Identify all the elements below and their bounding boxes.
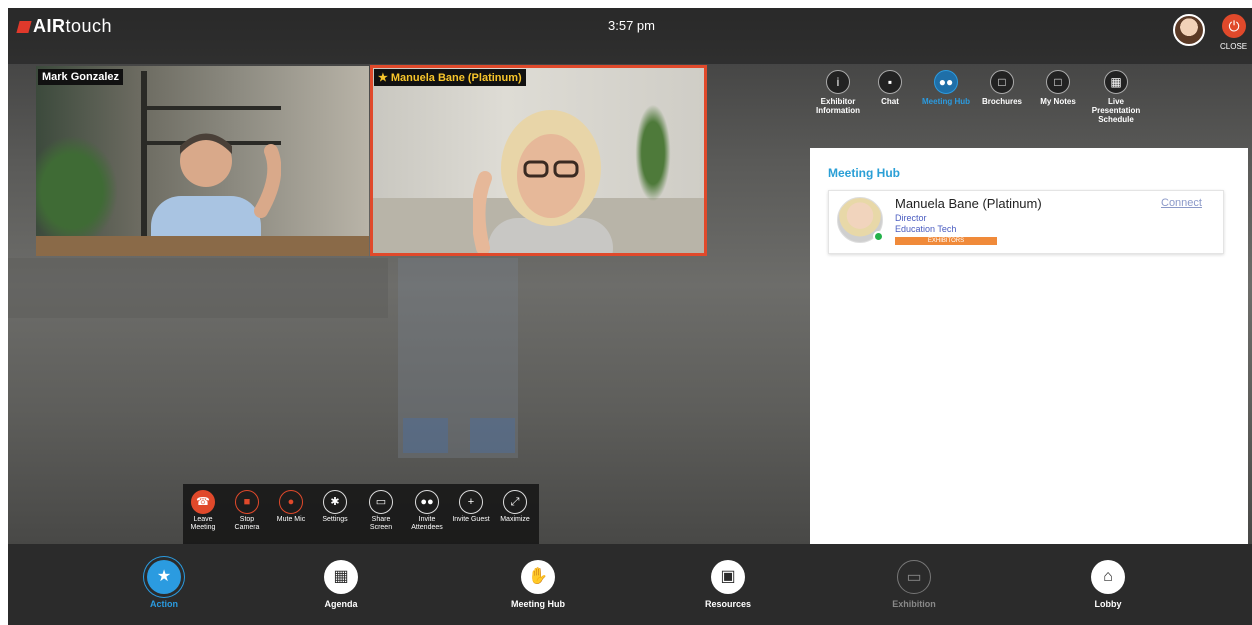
tab-label: Live Presentation Schedule <box>1091 97 1141 124</box>
people-icon: ●● <box>934 70 958 94</box>
close-button[interactable]: ⏻ <box>1222 14 1246 38</box>
schedule-icon: ▦ <box>1104 70 1128 94</box>
tab-live-presentation-schedule[interactable]: ▦ Live Presentation Schedule <box>1086 70 1146 124</box>
laptop-icon: ▭ <box>897 560 931 594</box>
background-window <box>403 418 448 453</box>
nav-agenda[interactable]: ▦ Agenda <box>291 560 391 609</box>
power-icon: ⏻ <box>1228 18 1240 34</box>
monitor-icon: ▭ <box>369 490 393 514</box>
nav-label: Action <box>150 599 178 609</box>
expand-icon: ⤢ <box>503 490 527 514</box>
contact-card: Manuela Bane (Platinum) Director Educati… <box>828 190 1224 254</box>
online-status-indicator <box>873 231 884 242</box>
note-icon: □ <box>1046 70 1070 94</box>
tab-meeting-hub[interactable]: ●● Meeting Hub <box>916 70 976 106</box>
note-icon: □ <box>990 70 1014 94</box>
participant-name-text: Manuela Bane (Platinum) <box>390 72 522 84</box>
exhibitor-badge: EXHIBITORS <box>895 237 997 245</box>
tab-label: Brochures <box>981 97 1022 106</box>
tab-label: Exhibitor Information <box>816 97 860 115</box>
nav-label: Agenda <box>324 599 358 609</box>
side-tabs: i Exhibitor Information ▪ Chat ●● Meetin… <box>810 70 1150 148</box>
meeting-hub-panel: Meeting Hub Manuela Bane (Platinum) Dire… <box>810 148 1248 545</box>
bottom-nav: ★ Action ▦ Agenda ✋ Meeting Hub ▣ Resour… <box>8 544 1252 625</box>
background-window <box>470 418 515 453</box>
add-user-icon: + <box>459 490 483 514</box>
connect-link[interactable]: Connect <box>1161 197 1202 209</box>
phone-icon: ☎ <box>191 490 215 514</box>
clock: 3:57 pm <box>608 18 655 33</box>
nav-action[interactable]: ★ Action <box>114 560 214 609</box>
control-label: Invite Attendees <box>411 516 443 531</box>
control-label: Maximize <box>500 516 530 523</box>
user-avatar[interactable] <box>1173 14 1205 46</box>
settings-button[interactable]: ✱ Settings <box>315 490 355 524</box>
app-logo: AIRtouch <box>16 16 113 37</box>
contact-company: Education Tech <box>895 224 957 234</box>
call-controls: ☎ Leave Meeting ■ Stop Camera ● Mute Mic… <box>183 484 539 546</box>
close-label: CLOSE <box>1220 42 1248 51</box>
control-label: Invite Guest <box>452 516 490 523</box>
stop-camera-button[interactable]: ■ Stop Camera <box>227 490 267 532</box>
control-label: Mute Mic <box>276 516 306 523</box>
nav-label: Meeting Hub <box>511 599 565 609</box>
person-manuela <box>473 110 613 253</box>
tab-label: Meeting Hub <box>922 97 970 106</box>
camera-icon: ■ <box>235 490 259 514</box>
images-icon: ▣ <box>711 560 745 594</box>
tab-chat[interactable]: ▪ Chat <box>860 70 920 106</box>
invite-attendees-button[interactable]: ●● Invite Attendees <box>407 490 447 532</box>
tab-brochures[interactable]: □ Brochures <box>972 70 1032 106</box>
info-icon: i <box>826 70 850 94</box>
nav-label: Exhibition <box>892 599 936 609</box>
plant <box>633 98 673 208</box>
participant-name: Mark Gonzalez <box>38 69 124 85</box>
handshake-icon: ✋ <box>521 560 555 594</box>
invite-guest-button[interactable]: + Invite Guest <box>451 490 491 524</box>
nav-exhibition: ▭ Exhibition <box>864 560 964 609</box>
control-label: Settings <box>322 516 348 523</box>
star-icon: ★ <box>378 72 388 84</box>
participant-name: ★ Manuela Bane (Platinum) <box>374 69 526 86</box>
top-bar: AIRtouch 3:57 pm ⏻ CLOSE <box>8 8 1252 64</box>
app-window: AIRtouch 3:57 pm ⏻ CLOSE Mark Gonzalez ★… <box>8 8 1252 625</box>
share-screen-button[interactable]: ▭ Share Screen <box>361 490 401 532</box>
control-label: Stop Camera <box>234 516 260 531</box>
tab-my-notes[interactable]: □ My Notes <box>1028 70 1088 106</box>
nav-label: Resources <box>704 599 752 609</box>
home-icon: ⌂ <box>1091 560 1125 594</box>
panel-title: Meeting Hub <box>828 166 900 180</box>
logo-mark-icon <box>16 21 32 33</box>
video-tile-mark[interactable]: Mark Gonzalez <box>36 66 369 256</box>
nav-label: Lobby <box>1094 599 1122 609</box>
group-icon: ●● <box>415 490 439 514</box>
background-wall <box>8 258 388 318</box>
contact-role: Director <box>895 213 927 223</box>
nav-lobby[interactable]: ⌂ Lobby <box>1058 560 1158 609</box>
star-icon: ★ <box>147 560 181 594</box>
chat-icon: ▪ <box>878 70 902 94</box>
tab-label: My Notes <box>1040 97 1076 106</box>
shelf-board <box>141 106 281 110</box>
nav-resources[interactable]: ▣ Resources <box>678 560 778 609</box>
calendar-icon: ▦ <box>324 560 358 594</box>
mute-mic-button[interactable]: ● Mute Mic <box>271 490 311 524</box>
mic-icon: ● <box>279 490 303 514</box>
maximize-button[interactable]: ⤢ Maximize <box>495 490 535 524</box>
tab-exhibitor-information[interactable]: i Exhibitor Information <box>808 70 868 115</box>
tab-label: Chat <box>881 97 899 106</box>
nav-meeting-hub[interactable]: ✋ Meeting Hub <box>488 560 588 609</box>
person-mark <box>151 133 281 256</box>
contact-name: Manuela Bane (Platinum) <box>895 196 1042 211</box>
desk <box>36 236 369 256</box>
control-label: Share Screen <box>369 516 393 531</box>
logo-rest: touch <box>65 16 113 36</box>
control-label: Leave Meeting <box>190 516 216 531</box>
leave-meeting-button[interactable]: ☎ Leave Meeting <box>183 490 223 532</box>
video-tile-manuela[interactable]: ★ Manuela Bane (Platinum) <box>370 65 707 256</box>
logo-brand: AIR <box>33 16 66 36</box>
gear-icon: ✱ <box>323 490 347 514</box>
